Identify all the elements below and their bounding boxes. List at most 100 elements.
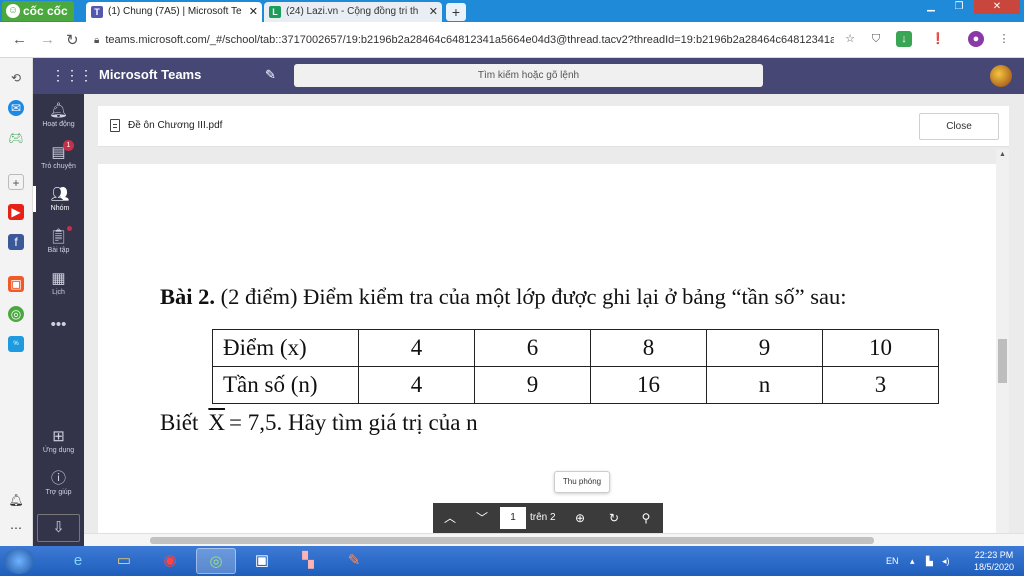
browser-tab-bar: ☺ cốc cốc T (1) Chung (7A5) | Microsoft … bbox=[0, 0, 1024, 22]
chat-icon: ▤ bbox=[51, 144, 66, 161]
browser-tab-lazi[interactable]: L (24) Lazi.vn - Cộng đồng tri th ✕ bbox=[264, 2, 442, 22]
problem-points: (2 điểm) bbox=[220, 284, 298, 309]
youtube-icon[interactable]: ▶ bbox=[8, 204, 24, 220]
minimize-window-icon[interactable]: ▁ bbox=[918, 0, 944, 14]
table-row-header: Tần số (n) bbox=[212, 366, 359, 404]
app-icon[interactable]: ▚ bbox=[288, 548, 328, 574]
rail-item-chat[interactable]: ▤ 1 Trò chuyện bbox=[33, 140, 84, 170]
address-bar[interactable]: 🔒︎ teams.microsoft.com/_#/school/tab::371… bbox=[94, 29, 834, 51]
coccoc-icon[interactable]: ◎ bbox=[8, 306, 24, 322]
forward-arrow-icon[interactable]: → bbox=[40, 31, 55, 48]
teams-favicon-icon: T bbox=[91, 6, 103, 18]
compose-icon[interactable]: ✎ bbox=[265, 67, 276, 83]
messenger-icon[interactable]: ✉ bbox=[8, 100, 24, 116]
internet-explorer-icon[interactable]: e bbox=[58, 548, 98, 574]
apps-icon: ⊞ bbox=[52, 428, 65, 445]
browser-tab-teams[interactable]: T (1) Chung (7A5) | Microsoft Te ✕ bbox=[86, 2, 262, 22]
history-icon[interactable]: ⟲ bbox=[8, 70, 24, 86]
mean-symbol: X bbox=[208, 410, 225, 435]
discount-icon[interactable]: % bbox=[8, 336, 24, 352]
teams-header: ⋮⋮⋮ Microsoft Teams ✎ Tìm kiếm hoặc gõ l… bbox=[33, 58, 1024, 94]
lazi-favicon-icon: L bbox=[269, 6, 281, 18]
back-arrow-icon[interactable]: ← bbox=[12, 31, 27, 48]
browser-menu-icon[interactable]: ⋮ bbox=[996, 31, 1012, 47]
problem-text: Điểm kiểm tra của một lớp được ghi lại ở… bbox=[303, 284, 847, 309]
previous-page-icon[interactable]: ︿ bbox=[441, 509, 459, 527]
new-tab-button[interactable]: + bbox=[446, 3, 466, 21]
reload-icon[interactable]: ↻ bbox=[66, 31, 79, 49]
user-avatar[interactable] bbox=[990, 65, 1012, 87]
app-title: Microsoft Teams bbox=[99, 67, 202, 82]
zoom-icon[interactable]: ⊕ bbox=[571, 509, 589, 527]
toolbox-icon[interactable]: ✎ bbox=[334, 548, 374, 574]
file-header: Đề ôn Chương III.pdf Close bbox=[98, 106, 1009, 147]
close-tab-icon[interactable]: ✕ bbox=[429, 2, 438, 22]
coccoc-taskbar-icon[interactable]: ◎ bbox=[196, 548, 236, 574]
horizontal-scrollbar[interactable] bbox=[84, 533, 1024, 546]
rotate-icon[interactable]: ↻ bbox=[605, 509, 623, 527]
scrollbar-thumb[interactable] bbox=[150, 537, 874, 544]
problem-statement: Bài 2. (2 điểm) Điểm kiểm tra của một lớ… bbox=[160, 284, 847, 310]
game-icon[interactable]: 🎮︎ bbox=[8, 130, 24, 146]
search-input[interactable]: Tìm kiếm hoặc gõ lệnh bbox=[294, 64, 763, 87]
network-icon[interactable]: ▙ bbox=[926, 546, 933, 576]
table-cell: 9 bbox=[474, 366, 591, 404]
pdf-page: Bài 2. (2 điểm) Điểm kiểm tra của một lớ… bbox=[98, 164, 996, 546]
shopping-icon[interactable]: ▣ bbox=[8, 276, 24, 292]
app-launcher-icon[interactable]: ⋮⋮⋮ bbox=[51, 67, 93, 84]
shield-icon[interactable]: ⛉ bbox=[868, 31, 884, 47]
pdf-toolbar: ︿ ﹀ 1 trên 2 ⊕ ↻ ⚲ bbox=[433, 503, 663, 533]
table-cell: 6 bbox=[474, 329, 591, 367]
scrollbar-thumb[interactable] bbox=[998, 339, 1007, 383]
rail-more-button[interactable]: ••• bbox=[33, 316, 84, 334]
more-options-icon[interactable]: ⋯ bbox=[8, 520, 24, 536]
rail-item-teams[interactable]: 👥︎ Nhóm bbox=[33, 186, 84, 212]
download-icon[interactable]: ↓ bbox=[896, 31, 912, 47]
profile-icon[interactable]: ● bbox=[968, 31, 984, 47]
download-app-button[interactable]: ⇩ bbox=[37, 514, 80, 542]
lock-icon: 🔒︎ bbox=[94, 35, 100, 46]
rail-item-apps[interactable]: ⊞ Ứng dụng bbox=[33, 428, 84, 454]
add-sidebar-icon[interactable]: + bbox=[8, 174, 24, 190]
clock-date: 18/5/2020 bbox=[973, 562, 1014, 572]
chrome-icon[interactable]: ◉ bbox=[150, 548, 190, 574]
alert-extension-icon[interactable]: ❗ bbox=[930, 31, 946, 47]
windows-taskbar: e ▭ ◉ ◎ ▣ ▚ ✎ EN ▴ ▙ ◂) 22:23 PM 18/5/20… bbox=[0, 546, 1024, 576]
bookmark-star-icon[interactable]: ☆ bbox=[842, 31, 858, 47]
rail-item-calendar[interactable]: ▦ Lịch bbox=[33, 270, 84, 296]
tray-arrow-icon[interactable]: ▴ bbox=[910, 546, 915, 576]
coccoc-menu-button[interactable]: ☺ cốc cốc bbox=[2, 1, 74, 21]
close-window-icon[interactable]: ✕ bbox=[974, 0, 1020, 14]
download-icon: ⇩ bbox=[52, 519, 65, 536]
paint-icon[interactable]: ▣ bbox=[242, 548, 282, 574]
help-icon: ⓘ bbox=[50, 470, 66, 487]
vertical-scrollbar[interactable]: ▲ ▼ bbox=[996, 149, 1009, 546]
scroll-up-icon[interactable]: ▲ bbox=[999, 151, 1006, 158]
language-indicator[interactable]: EN bbox=[886, 546, 899, 576]
browser-brand-label: cốc cốc bbox=[23, 4, 68, 18]
file-explorer-icon[interactable]: ▭ bbox=[104, 548, 144, 574]
tab-title: (24) Lazi.vn - Cộng đồng tri th bbox=[286, 6, 419, 17]
given-prefix: Biết bbox=[160, 410, 199, 435]
page-total: trên 2 bbox=[530, 512, 556, 523]
rail-item-activity[interactable]: 🔔︎ Hoạt động bbox=[33, 102, 84, 128]
table-row: Điểm (x) 4 6 8 9 10 bbox=[212, 329, 939, 367]
rail-item-assignments[interactable]: 📋︎ Bài tập bbox=[33, 226, 84, 254]
given-equation: = 7,5 bbox=[228, 410, 277, 435]
teams-icon: 👥︎ bbox=[50, 186, 70, 203]
close-tab-icon[interactable]: ✕ bbox=[249, 2, 258, 22]
restore-window-icon[interactable]: ❐ bbox=[946, 0, 972, 14]
start-button[interactable] bbox=[4, 548, 34, 574]
next-page-icon[interactable]: ﹀ bbox=[473, 509, 491, 527]
clock-time: 22:23 PM bbox=[974, 550, 1014, 560]
table-row-header: Điểm (x) bbox=[212, 329, 359, 367]
rail-item-help[interactable]: ⓘ Trợ giúp bbox=[33, 470, 84, 496]
search-icon[interactable]: ⚲ bbox=[637, 509, 655, 527]
system-clock[interactable]: 22:23 PM 18/5/2020 bbox=[974, 549, 1014, 573]
volume-icon[interactable]: ◂) bbox=[942, 546, 950, 576]
page-number-input[interactable]: 1 bbox=[500, 507, 526, 529]
close-button[interactable]: Close bbox=[919, 113, 999, 140]
notifications-bell-icon[interactable]: 🔔︎ bbox=[8, 492, 24, 508]
table-cell: 3 bbox=[822, 366, 939, 404]
facebook-icon[interactable]: f bbox=[8, 234, 24, 250]
